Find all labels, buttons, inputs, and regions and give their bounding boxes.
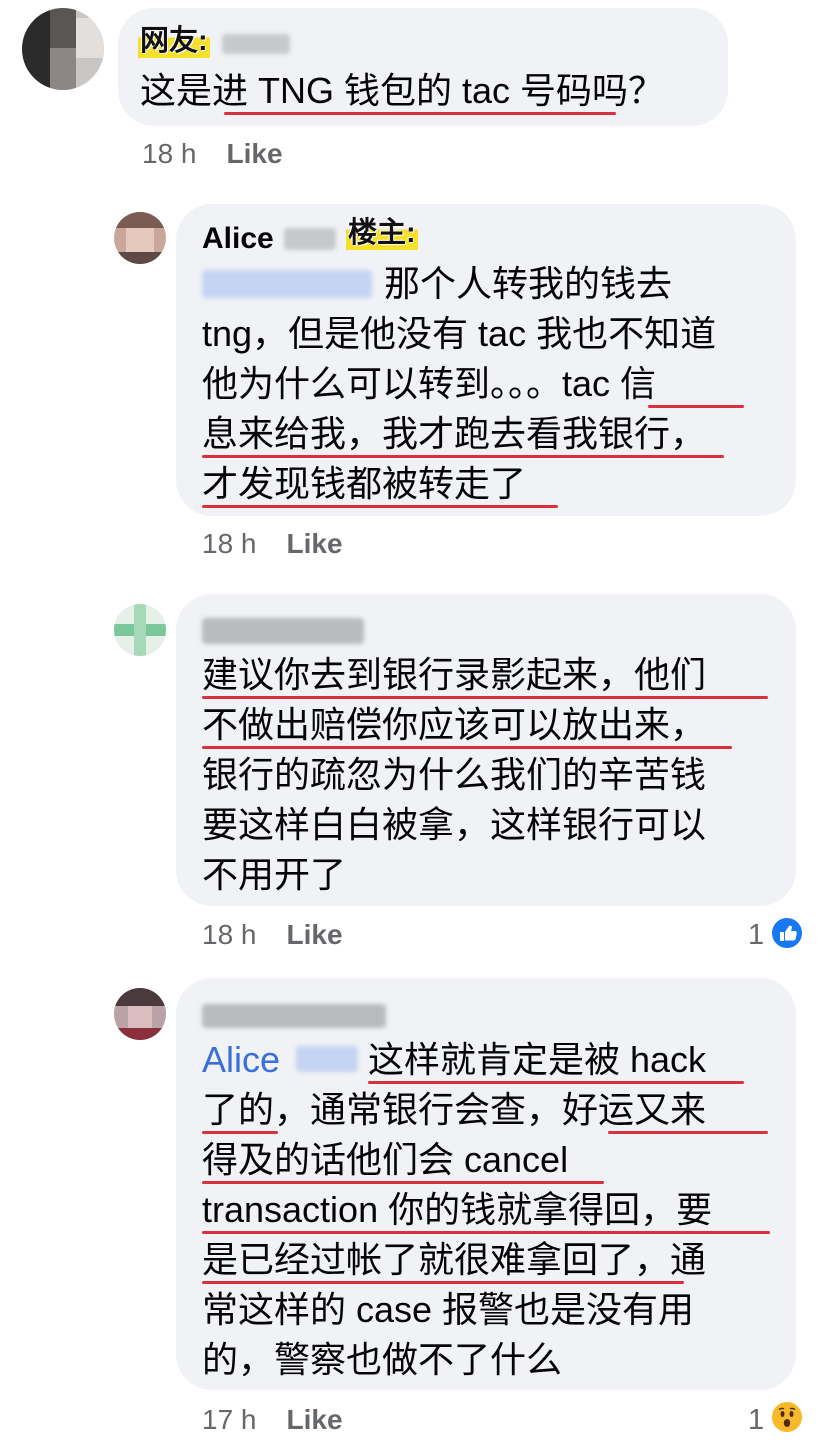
highlight-underline: [202, 1131, 278, 1134]
avatar[interactable]: [22, 8, 104, 90]
comment-text-line: 这是进 TNG 钱包的 tac 号码吗？: [140, 70, 665, 111]
highlight-underline: [224, 112, 616, 115]
commenter-name[interactable]: Alice: [202, 222, 274, 256]
blurred-name: [222, 34, 290, 54]
avatar[interactable]: [114, 212, 166, 264]
commenter-tag: 网友:: [138, 24, 210, 58]
comment-text-line: 是已经过帐了就很难拿回了，通: [202, 1239, 707, 1280]
comment-text-line: 那个人转我的钱去: [384, 263, 673, 304]
comment-text-line: 银行的疏忽为什么我们的辛苦钱: [202, 754, 707, 795]
comment-text-line: tng，但是他没有 tac 我也不知道: [202, 313, 717, 354]
comment-text-line: 才发现钱都被转走了: [202, 463, 527, 504]
blurred-name: [202, 618, 364, 644]
comment-text-line: 他为什么可以转到。。。tac 信: [202, 363, 657, 404]
wow-reaction-icon[interactable]: [770, 1400, 804, 1434]
comment-time[interactable]: 18 h: [202, 528, 257, 559]
comment-meta: 18 h Like: [202, 919, 343, 951]
comment-text-line: 的，警察也做不了什么: [202, 1339, 563, 1380]
comment-text-line: 得及的话他们会 cancel: [202, 1139, 569, 1180]
comment-text-line: 这样就肯定是被 hack: [368, 1039, 707, 1080]
comment-text-line: 不做出赔偿你应该可以放出来，: [202, 704, 707, 745]
reaction-count[interactable]: 1: [748, 919, 764, 951]
avatar[interactable]: [114, 988, 166, 1040]
highlight-underline: [202, 455, 724, 458]
mention-link[interactable]: Alice: [202, 1035, 280, 1085]
reaction-count[interactable]: 1: [748, 1404, 764, 1436]
blurred-surname: [284, 228, 336, 250]
comment-time[interactable]: 18 h: [142, 138, 197, 169]
highlight-underline: [202, 505, 558, 508]
like-button[interactable]: Like: [287, 1404, 343, 1435]
comment-time[interactable]: 17 h: [202, 1404, 257, 1435]
blurred-name: [202, 1004, 386, 1028]
highlight-underline: [202, 1281, 684, 1284]
comment-meta: 17 h Like: [202, 1404, 343, 1436]
comment-text-line: 常这样的 case 报警也是没有用: [202, 1289, 695, 1330]
like-button[interactable]: Like: [287, 528, 343, 559]
blurred-mention: [202, 270, 372, 298]
highlight-underline: [202, 696, 768, 699]
comment-text-line: 建议你去到银行录影起来，他们: [202, 654, 707, 695]
comment-text-line: transaction 你的钱就拿得回，要: [202, 1189, 713, 1230]
commenter-tag: 楼主:: [346, 216, 418, 250]
comment-time[interactable]: 18 h: [202, 919, 257, 950]
comment-meta: 18 h Like: [142, 138, 283, 170]
comment-text-line: 不用开了: [202, 854, 347, 895]
highlight-underline: [368, 1081, 744, 1084]
highlight-underline: [202, 746, 732, 749]
avatar[interactable]: [114, 604, 166, 656]
highlight-underline: [202, 1181, 604, 1184]
highlight-underline: [202, 1231, 770, 1234]
blurred-mention: [296, 1046, 358, 1072]
comment-text-line: 了的，通常银行会查，好运又来: [202, 1089, 707, 1130]
comment-text-line: 息来给我，我才跑去看我银行，: [202, 413, 707, 454]
highlight-underline: [648, 405, 744, 408]
comment-text-line: 要这样白白被拿，这样银行可以: [202, 804, 707, 845]
like-reaction-icon[interactable]: [770, 916, 804, 950]
highlight-underline: [608, 1131, 768, 1134]
comment-meta: 18 h Like: [202, 528, 343, 560]
like-button[interactable]: Like: [227, 138, 283, 169]
like-button[interactable]: Like: [287, 919, 343, 950]
